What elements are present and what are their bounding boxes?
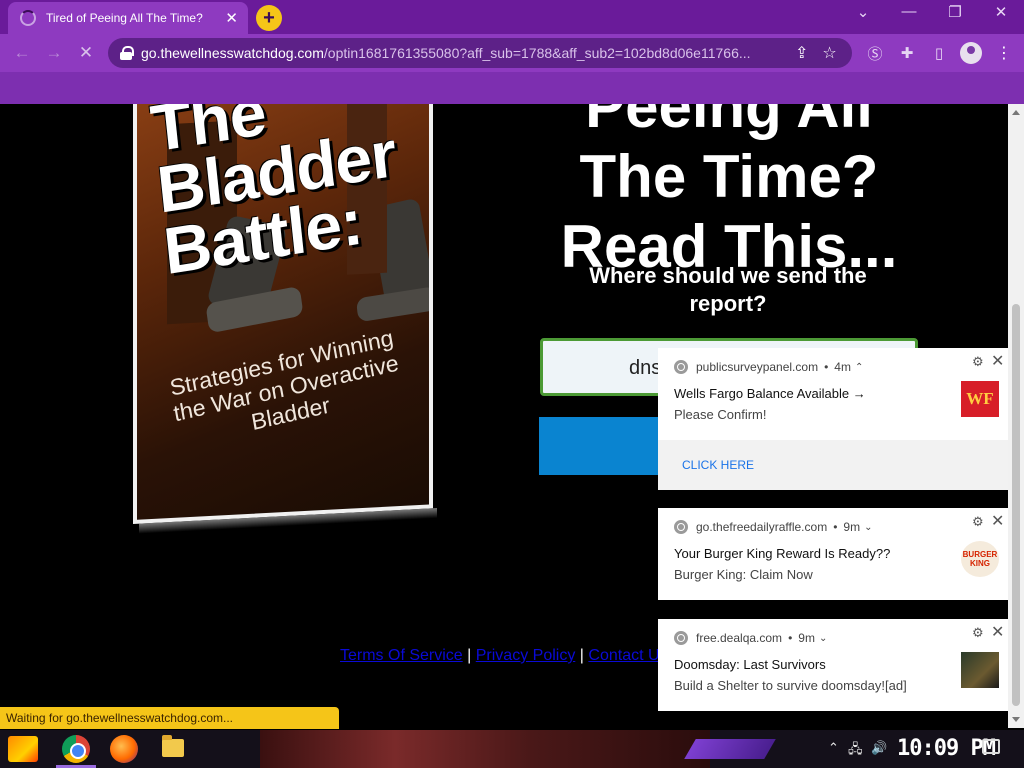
url-path: /optin1681761355080?aff_sub=1788&aff_sub… <box>323 45 751 61</box>
notification-source: publicsurveypanel.com <box>696 360 819 374</box>
side-panel-icon[interactable]: ▯ <box>928 42 950 64</box>
firefox-taskbar-icon[interactable] <box>110 735 138 763</box>
close-tab-icon[interactable]: ✕ <box>225 9 238 27</box>
new-tab-button[interactable]: + <box>256 5 282 31</box>
notification-body: Build a Shelter to survive doomsday![ad] <box>674 678 907 693</box>
extension-s-icon[interactable]: Ⓢ <box>864 42 886 64</box>
tab-title: Tired of Peeing All The Time? <box>46 11 203 25</box>
settings-gear-icon[interactable]: ⚙ <box>972 625 984 641</box>
address-bar[interactable]: go.thewellnesswatchdog.com/optin16817613… <box>108 38 852 68</box>
profile-avatar-icon[interactable] <box>960 42 982 64</box>
settings-gear-icon[interactable]: ⚙ <box>972 514 984 530</box>
start-button-icon[interactable] <box>8 736 38 762</box>
notification-action-bar: CLICK HERE <box>658 440 1008 490</box>
headline-line-1: Peeing All <box>585 104 873 140</box>
close-icon[interactable]: ✕ <box>991 511 1004 531</box>
scroll-up-icon[interactable] <box>1012 110 1020 115</box>
notification-title: Doomsday: Last Survivors <box>674 657 826 672</box>
expand-caret-icon[interactable]: ⌄ <box>864 522 872 533</box>
notification-title: Your Burger King Reward Is Ready?? <box>674 546 891 561</box>
network-icon[interactable]: 🖧 <box>848 740 863 762</box>
collapse-caret-icon[interactable]: ⌃ <box>855 362 863 373</box>
footer-separator: | <box>579 647 584 664</box>
close-window-icon[interactable]: ✕ <box>981 3 1021 21</box>
notification-age: 9m <box>843 520 861 534</box>
file-explorer-icon[interactable] <box>162 735 184 757</box>
notification-age: 9m <box>798 631 815 645</box>
notification-card[interactable]: publicsurveypanel.com • 4m ⌃ ⚙ ✕ Wells F… <box>658 348 1008 490</box>
terms-of-service-link[interactable]: Terms Of Service <box>340 647 463 664</box>
share-icon[interactable]: ⇪ <box>795 43 808 63</box>
notification-card[interactable]: free.dealqa.com • 9m ⌄ ⚙ ✕ Doomsday: Las… <box>658 619 1008 711</box>
browser-toolbar: ← → ✕ go.thewellnesswatchdog.com/optin16… <box>0 34 1024 72</box>
headline: Peeing All The Time? Read This... <box>520 104 938 282</box>
footer-separator: | <box>467 647 472 664</box>
contact-us-link[interactable]: Contact U <box>588 647 659 664</box>
close-icon[interactable]: ✕ <box>991 622 1004 642</box>
volume-icon[interactable]: 🔊 <box>871 740 887 756</box>
notification-age: 4m <box>834 360 851 374</box>
page-scrollbar[interactable] <box>1008 104 1024 728</box>
menu-kebab-icon[interactable]: ⋮ <box>996 43 1012 63</box>
notification-body: Burger King: Claim Now <box>674 567 813 582</box>
back-icon[interactable]: ← <box>12 43 32 63</box>
expand-caret-icon[interactable]: ⌄ <box>819 633 827 644</box>
windows-taskbar: ⌃ 🖧 🔊 10:09 PM <box>0 730 1024 768</box>
taskbar-clock[interactable]: 10:09 PM <box>897 736 996 761</box>
taskbar-wallpaper-band <box>260 730 710 768</box>
ebook-cover-image: The Bladder Battle: Strategies for Winni… <box>133 104 438 652</box>
taskbar-accent <box>684 739 776 759</box>
stop-loading-icon[interactable]: ✕ <box>76 43 96 63</box>
notification-title: Wells Fargo Balance Available → <box>674 386 866 401</box>
notification-header: publicsurveypanel.com • 4m ⌃ <box>674 360 863 374</box>
url-domain: go.thewellnesswatchdog.com <box>141 45 324 61</box>
loading-status-bubble: Waiting for go.thewellnesswatchdog.com..… <box>0 707 339 729</box>
chrome-logo-icon <box>674 631 688 645</box>
bookmark-star-icon[interactable]: ☆ <box>822 43 836 63</box>
browser-tab[interactable]: Tired of Peeing All The Time? ✕ <box>8 2 248 34</box>
settings-gear-icon[interactable]: ⚙ <box>972 354 984 370</box>
tab-strip: Tired of Peeing All The Time? ✕ + ⌄ — ❐ … <box>0 0 1024 34</box>
page-header-band <box>0 72 1024 104</box>
scroll-thumb[interactable] <box>1012 304 1020 706</box>
lock-icon[interactable] <box>120 46 134 60</box>
subheadline: Where should we send the report? <box>589 263 867 316</box>
loading-spinner-icon <box>20 10 36 26</box>
screen: Tired of Peeing All The Time? ✕ + ⌄ — ❐ … <box>0 0 1024 768</box>
minimize-icon[interactable]: — <box>889 3 929 20</box>
notification-card[interactable]: go.thefreedailyraffle.com • 9m ⌄ ⚙ ✕ You… <box>658 508 1008 600</box>
action-center-icon[interactable] <box>982 739 1000 754</box>
tray-chevron-icon[interactable]: ⌃ <box>828 740 839 756</box>
chrome-logo-icon <box>674 360 688 374</box>
chrome-logo-icon <box>674 520 688 534</box>
game-thumbnail-icon <box>961 652 999 688</box>
footer-links: Terms Of Service | Privacy Policy | Cont… <box>340 647 660 665</box>
notification-header: free.dealqa.com • 9m ⌄ <box>674 631 827 645</box>
url-text[interactable]: go.thewellnesswatchdog.com/optin16817613… <box>141 45 781 61</box>
burger-king-logo-icon: BURGER KING <box>961 541 999 577</box>
forward-icon[interactable]: → <box>44 43 64 63</box>
headline-line-2: The Time? <box>579 143 879 210</box>
tab-search-icon[interactable]: ⌄ <box>843 3 883 21</box>
restore-icon[interactable]: ❐ <box>935 3 975 21</box>
privacy-policy-link[interactable]: Privacy Policy <box>476 647 576 664</box>
scroll-down-icon[interactable] <box>1012 717 1020 722</box>
notification-source: free.dealqa.com <box>696 631 783 645</box>
click-here-button[interactable]: CLICK HERE <box>682 458 754 472</box>
notification-body: Please Confirm! <box>674 407 767 422</box>
chrome-taskbar-icon[interactable] <box>62 735 90 763</box>
extensions-puzzle-icon[interactable]: ✚ <box>896 42 918 64</box>
wells-fargo-logo-icon: WF <box>961 381 999 417</box>
notification-header: go.thefreedailyraffle.com • 9m ⌄ <box>674 520 872 534</box>
close-icon[interactable]: ✕ <box>991 351 1004 371</box>
notification-source: go.thefreedailyraffle.com <box>696 520 828 534</box>
